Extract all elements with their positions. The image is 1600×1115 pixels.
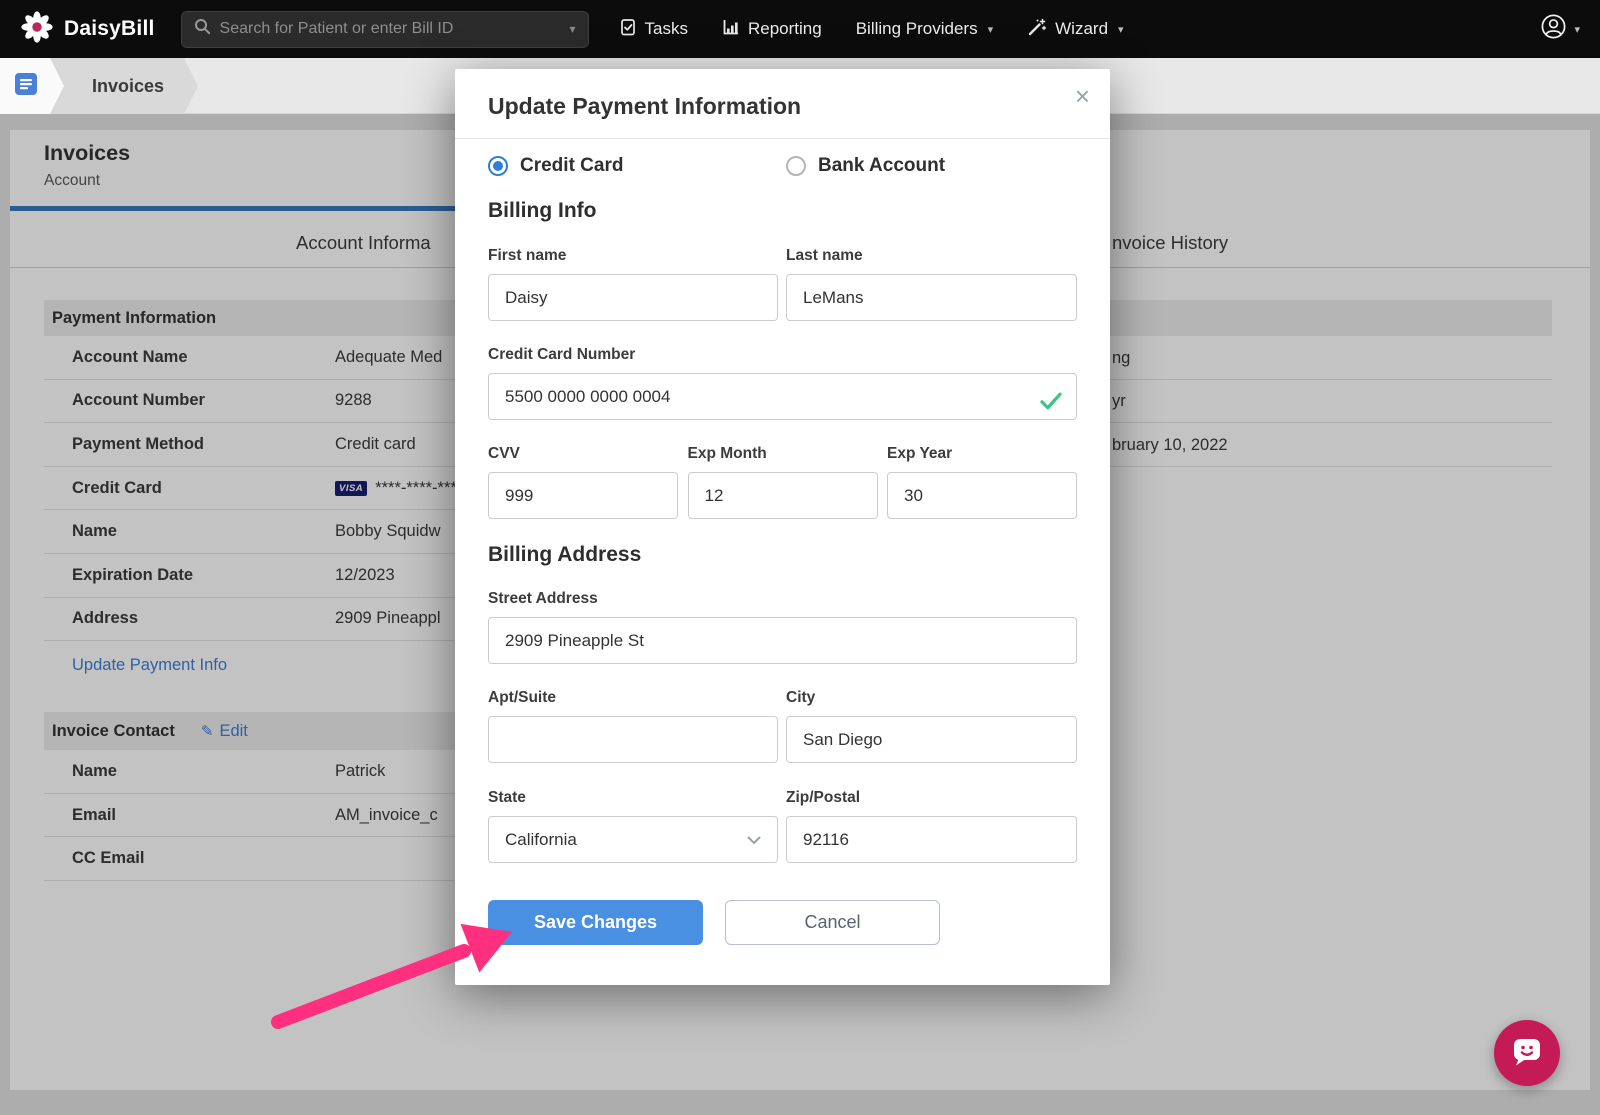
payment-type-radios: Credit Card Bank Account [488, 155, 1077, 177]
radio-unselected-icon [786, 156, 806, 176]
billing-address-heading: Billing Address [488, 543, 642, 566]
first-name-input[interactable] [488, 274, 778, 321]
nav-reporting[interactable]: Reporting [722, 18, 822, 41]
search-dropdown-caret-icon[interactable]: ▾ [569, 22, 575, 36]
chat-widget[interactable] [1494, 1020, 1560, 1086]
nav-wizard-label: Wizard [1055, 19, 1109, 38]
breadcrumb-invoices[interactable]: Invoices [50, 58, 198, 114]
city-input[interactable] [786, 716, 1077, 763]
radio-credit-card-label: Credit Card [520, 155, 624, 176]
street-address-label: Street Address [488, 590, 598, 607]
wand-icon [1027, 17, 1047, 42]
state-select-value: California [505, 829, 577, 849]
update-payment-modal: Update Payment Information × Credit Card… [455, 69, 1110, 985]
street-address-input[interactable] [488, 617, 1077, 664]
last-name-input[interactable] [786, 274, 1077, 321]
radio-bank-account-label: Bank Account [818, 155, 946, 176]
close-icon[interactable]: × [1075, 83, 1090, 109]
card-number-label: Credit Card Number [488, 346, 636, 363]
radio-credit-card[interactable]: Credit Card [488, 155, 786, 177]
save-changes-button[interactable]: Save Changes [488, 900, 703, 945]
apt-suite-input[interactable] [488, 716, 778, 763]
last-name-label: Last name [786, 247, 863, 264]
billing-info-heading: Billing Info [488, 199, 597, 222]
chevron-down-icon [747, 830, 761, 850]
reporting-icon [722, 18, 740, 41]
nav-tasks[interactable]: Tasks [619, 18, 688, 41]
zip-input[interactable] [786, 816, 1077, 863]
global-search[interactable]: ▾ [180, 10, 589, 48]
invoices-page-icon [15, 72, 37, 100]
search-input[interactable] [219, 20, 561, 38]
nav-billing-providers-label: Billing Providers [855, 19, 978, 38]
apt-suite-label: Apt/Suite [488, 689, 557, 706]
exp-year-input[interactable] [887, 472, 1077, 519]
brand-name: DaisyBill [64, 17, 155, 40]
user-menu[interactable]: ▾ [1540, 13, 1580, 45]
radio-selected-icon [488, 156, 508, 176]
radio-bank-account[interactable]: Bank Account [786, 155, 945, 177]
exp-month-label: Exp Month [687, 445, 767, 462]
search-icon [194, 18, 211, 40]
city-label: City [786, 689, 816, 706]
nav-reporting-label: Reporting [747, 19, 822, 38]
nav-wizard[interactable]: Wizard ▾ [1027, 17, 1124, 42]
zip-label: Zip/Postal [786, 789, 861, 806]
modal-title: Update Payment Information [488, 93, 802, 119]
chevron-down-icon: ▾ [987, 23, 994, 36]
exp-year-label: Exp Year [887, 445, 953, 462]
brand[interactable]: DaisyBill [20, 10, 155, 49]
state-label: State [488, 789, 526, 806]
nav-tasks-label: Tasks [644, 19, 688, 38]
chevron-down-icon: ▾ [1118, 23, 1124, 36]
exp-month-input[interactable] [687, 472, 878, 519]
tasks-icon [619, 18, 637, 41]
valid-check-icon [1039, 392, 1063, 415]
state-select[interactable]: California [488, 816, 778, 863]
daisybill-logo-icon [20, 10, 54, 49]
cvv-label: CVV [488, 445, 520, 462]
cvv-input[interactable] [488, 472, 678, 519]
cancel-button[interactable]: Cancel [725, 900, 940, 945]
first-name-label: First name [488, 247, 567, 264]
top-navbar: DaisyBill ▾ Tasks [0, 0, 1600, 58]
chat-bubble-icon [1509, 1033, 1545, 1074]
user-avatar-icon [1540, 13, 1567, 45]
card-number-input[interactable] [488, 373, 1077, 420]
chevron-down-icon: ▾ [1574, 23, 1580, 36]
nav-billing-providers[interactable]: Billing Providers ▾ [856, 19, 993, 39]
